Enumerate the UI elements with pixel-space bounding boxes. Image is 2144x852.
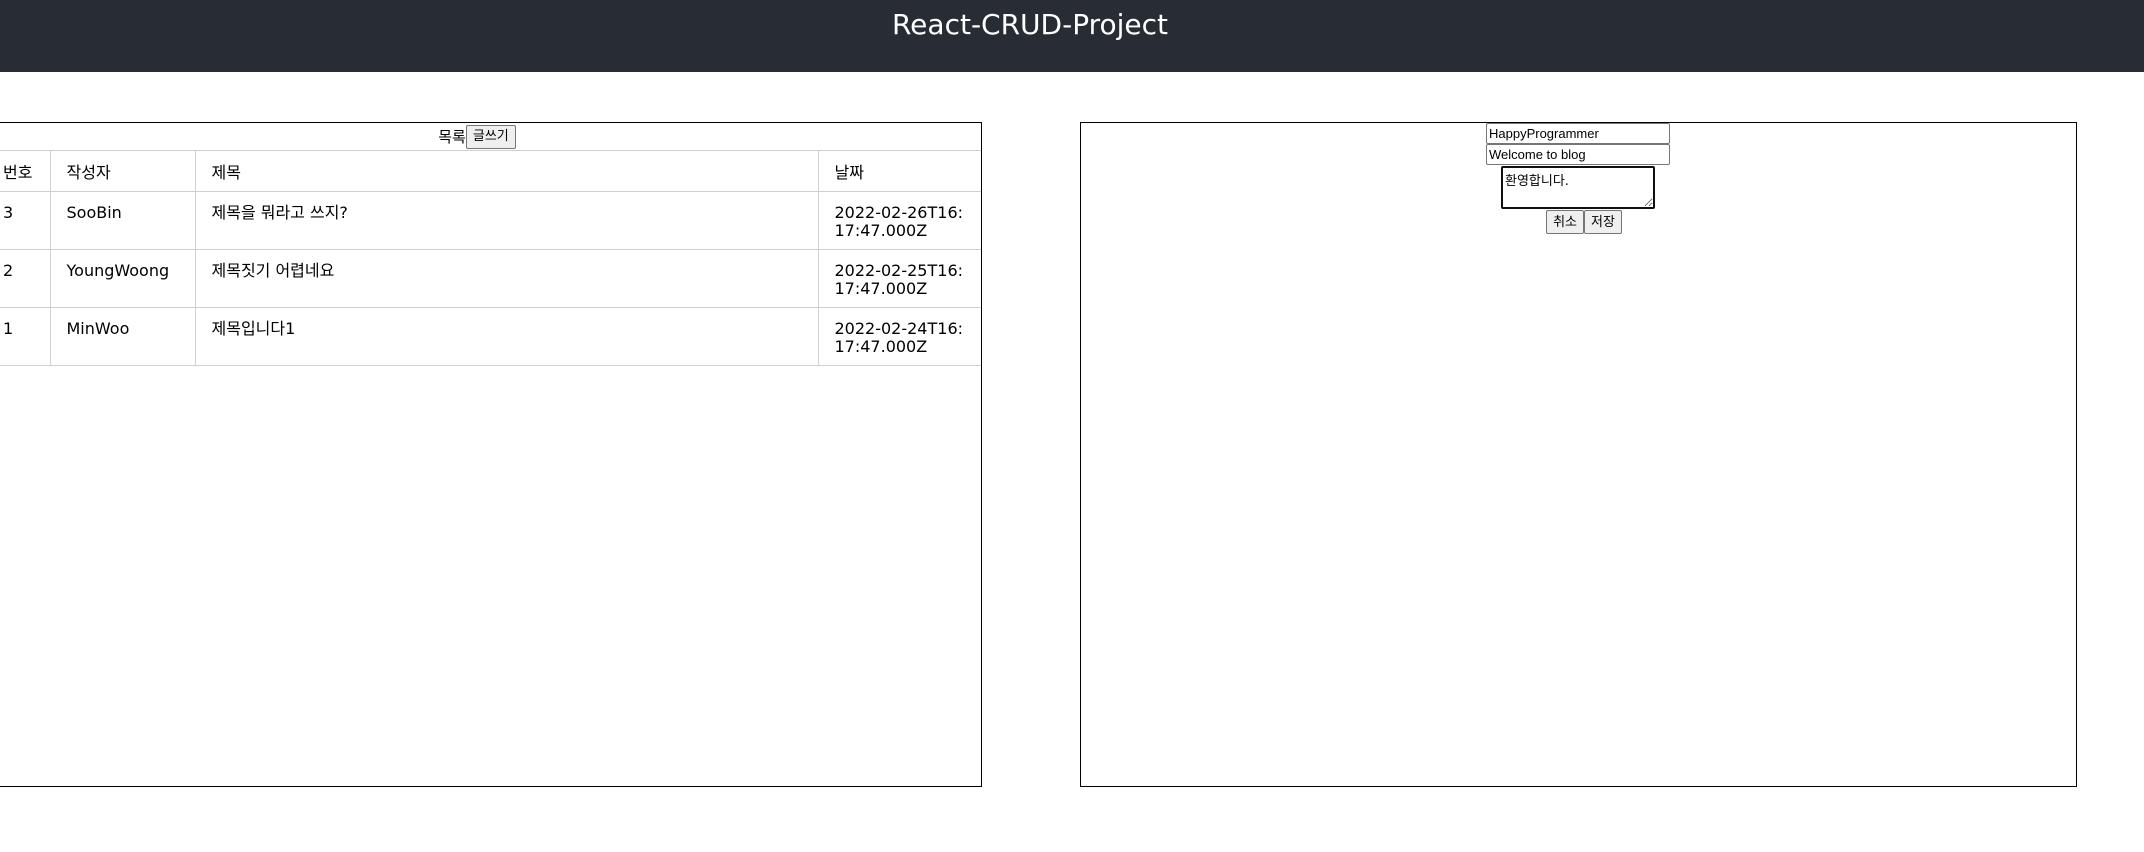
list-toolbar: 목록 글쓰기: [0, 123, 981, 150]
cell-number: 1: [0, 307, 51, 366]
edit-form: 환영합니다. 취소 저장: [1486, 123, 1672, 234]
post-list-panel: 목록 글쓰기 번호 작성자 제목 날짜 3 SooBin 제목을 뭐라고 쓰지?…: [0, 122, 982, 787]
write-button[interactable]: 글쓰기: [465, 124, 516, 149]
cancel-button[interactable]: 취소: [1546, 210, 1584, 234]
cell-date: 2022-02-26T16:17:47.000Z: [817, 191, 981, 250]
column-header-number[interactable]: 번호: [0, 150, 51, 192]
cell-date: 2022-02-24T16:17:47.000Z: [817, 307, 981, 366]
writer-input[interactable]: [1486, 123, 1670, 144]
cell-number: 2: [0, 249, 51, 308]
cell-title[interactable]: 제목을 뭐라고 쓰지?: [194, 191, 819, 250]
post-table: 번호 작성자 제목 날짜 3 SooBin 제목을 뭐라고 쓰지? 2022-0…: [0, 150, 981, 366]
column-header-date[interactable]: 날짜: [817, 150, 981, 192]
table-row[interactable]: 3 SooBin 제목을 뭐라고 쓰지? 2022-02-26T16:17:47…: [0, 191, 981, 250]
post-edit-panel: 환영합니다. 취소 저장: [1080, 122, 2077, 787]
column-header-writer[interactable]: 작성자: [49, 150, 196, 192]
column-header-title[interactable]: 제목: [194, 150, 819, 192]
cell-title[interactable]: 제목짓기 어렵네요: [194, 249, 819, 308]
cell-writer: SooBin: [49, 191, 196, 250]
table-header-row: 번호 작성자 제목 날짜: [0, 150, 981, 192]
cell-writer: MinWoo: [49, 307, 196, 366]
content-textarea[interactable]: 환영합니다.: [1501, 166, 1655, 209]
cell-date: 2022-02-25T16:17:47.000Z: [817, 249, 981, 308]
title-input[interactable]: [1486, 144, 1670, 165]
app-title: React-CRUD-Project: [891, 8, 1169, 41]
app-title-wrap: React-CRUD-Project: [0, 8, 2060, 41]
cell-writer: YoungWoong: [49, 249, 196, 308]
table-row[interactable]: 1 MinWoo 제목입니다1 2022-02-24T16:17:47.000Z: [0, 307, 981, 366]
cell-title[interactable]: 제목입니다1: [194, 307, 819, 366]
cell-number: 3: [0, 191, 51, 250]
save-button[interactable]: 저장: [1584, 210, 1622, 234]
list-heading: 목록: [438, 128, 466, 146]
app-header: React-CRUD-Project: [0, 0, 2144, 72]
form-buttons: 취소 저장: [1486, 210, 1672, 234]
table-row[interactable]: 2 YoungWoong 제목짓기 어렵네요 2022-02-25T16:17:…: [0, 249, 981, 308]
